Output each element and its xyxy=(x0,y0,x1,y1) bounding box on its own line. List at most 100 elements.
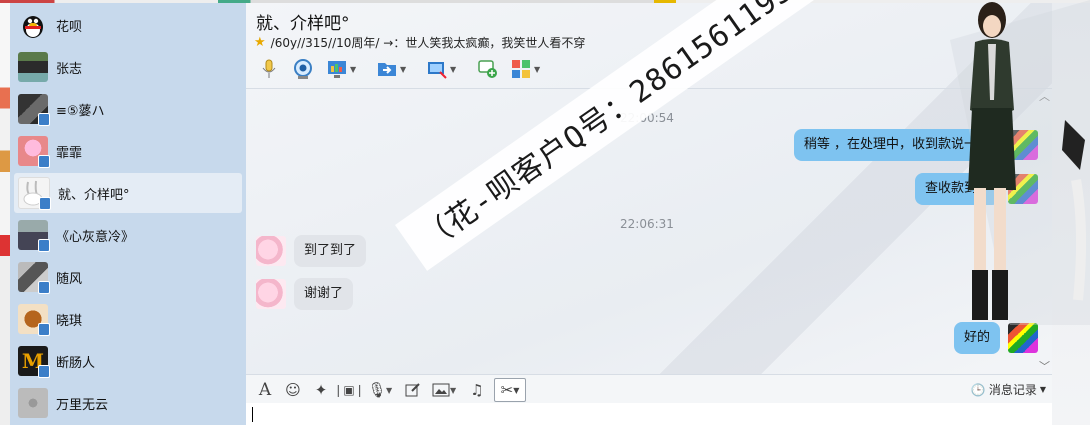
smiley-icon: ☺ xyxy=(285,381,301,399)
mobile-status-icon xyxy=(38,155,50,168)
message-outgoing: 稍等 ，在处理中，收到款说一下 xyxy=(793,129,1038,161)
message-list: 22:00:54 稍等 ，在处理中，收到款说一下 查收款到了 22:06:31 … xyxy=(246,89,1052,374)
chat-toolbar: ▼ ▼ ▼ ▼ xyxy=(254,55,552,83)
remote-screen-icon xyxy=(428,62,447,79)
user-avatar[interactable] xyxy=(1008,130,1038,160)
chevron-down-icon[interactable]: ▼ xyxy=(450,386,460,395)
chevron-down-icon: ▼ xyxy=(1039,385,1046,394)
send-image-button[interactable] xyxy=(430,379,452,401)
pencil-icon xyxy=(405,383,420,397)
invite-to-chat-button[interactable] xyxy=(472,55,502,83)
emoji-button[interactable]: ☺ xyxy=(282,379,304,401)
music-button[interactable]: ♫ xyxy=(466,379,488,401)
contact-avatar[interactable] xyxy=(256,236,286,266)
desktop-left-edge xyxy=(0,3,10,425)
shake-button[interactable]: ❘▣❘ xyxy=(333,379,364,401)
chevron-down-icon: ▼ xyxy=(513,385,520,395)
scroll-up-icon[interactable]: ︿ xyxy=(1039,88,1050,104)
shake-icon: ❘▣❘ xyxy=(333,383,365,397)
contact-name: 万里无云 xyxy=(56,397,109,413)
message-bubble[interactable]: 查收款到了 xyxy=(914,173,1000,205)
message-history-button[interactable]: 🕒 消息记录 ▼ xyxy=(971,381,1046,398)
chevron-down-icon[interactable]: ▼ xyxy=(400,65,410,74)
microphone-icon xyxy=(262,59,276,78)
screen-share-button[interactable] xyxy=(322,55,352,83)
chat-add-icon xyxy=(478,60,497,78)
skin-background xyxy=(1052,3,1090,425)
magic-wand-icon: ✦ xyxy=(314,381,328,399)
contact-item[interactable]: ≡⑤蔢ハ xyxy=(14,89,242,129)
webcam-icon xyxy=(294,59,312,79)
remote-desktop-button[interactable] xyxy=(422,55,452,83)
contact-avatar xyxy=(18,262,50,294)
folder-arrow-icon xyxy=(378,63,396,76)
user-avatar[interactable] xyxy=(1008,323,1038,353)
user-avatar[interactable] xyxy=(1008,174,1038,204)
contact-name: 花呗 xyxy=(56,19,83,35)
contact-item[interactable]: 花呗 xyxy=(14,5,242,45)
voice-call-button[interactable] xyxy=(254,55,284,83)
music-note-icon: ♫ xyxy=(470,381,484,399)
signature-text: /60y//315//10周年/ →：世人笑我太疯癫，我笑世人看不穿 xyxy=(270,36,586,50)
contact-item[interactable]: 晓琪 xyxy=(14,299,242,339)
contact-item[interactable]: M 断肠人 xyxy=(14,341,242,381)
contact-name: 就、介样吧° xyxy=(58,187,130,203)
rabbit-avatar xyxy=(18,177,51,210)
chevron-down-icon[interactable]: ▼ xyxy=(386,386,396,395)
message-input[interactable] xyxy=(246,403,1052,425)
contact-name: 断肠人 xyxy=(56,355,96,371)
signature-line: ★ /60y//315//10周年/ →：世人笑我太疯癫，我笑世人看不穿 xyxy=(254,34,585,51)
contact-item[interactable]: 万里无云 xyxy=(14,383,242,423)
contact-avatar[interactable] xyxy=(256,279,286,309)
chevron-down-icon[interactable]: ▼ xyxy=(534,65,544,74)
font-button[interactable]: A xyxy=(254,379,276,401)
monitor-chart-icon xyxy=(328,61,346,78)
message-incoming: 到了到了 xyxy=(256,235,367,267)
contact-avatar xyxy=(18,94,50,126)
send-file-button[interactable] xyxy=(372,55,402,83)
screenshot-button[interactable]: ✂ ▼ xyxy=(494,378,526,402)
message-outgoing: 查收款到了 xyxy=(914,173,1038,205)
chevron-down-icon[interactable]: ▼ xyxy=(350,65,360,74)
message-bubble[interactable]: 到了到了 xyxy=(294,235,367,267)
voice-message-button[interactable]: 🎙 xyxy=(366,379,388,401)
clock-icon: 🕒 xyxy=(970,382,986,397)
mobile-status-icon xyxy=(39,197,51,210)
image-icon xyxy=(432,383,450,397)
mobile-status-icon xyxy=(38,281,50,294)
scissors-icon: ✂ xyxy=(500,381,514,399)
contact-avatar xyxy=(18,52,48,82)
message-bubble[interactable]: 好的 xyxy=(953,322,1000,354)
timestamp: 22:06:31 xyxy=(620,217,674,231)
contact-item-selected[interactable]: 就、介样吧° xyxy=(14,173,242,213)
video-call-button[interactable] xyxy=(288,55,318,83)
contact-name: 《心灰意冷》 xyxy=(56,229,135,245)
mobile-status-icon xyxy=(38,323,50,336)
apps-button[interactable] xyxy=(506,55,536,83)
chevron-down-icon[interactable]: ▼ xyxy=(450,65,460,74)
message-outgoing: 好的 xyxy=(953,322,1038,354)
text-caret xyxy=(252,407,253,422)
contact-avatar xyxy=(18,136,50,168)
contact-item[interactable]: 随风 xyxy=(14,257,242,297)
edit-button[interactable] xyxy=(402,379,424,401)
magic-button[interactable]: ✦ xyxy=(310,379,332,401)
microphone-icon: 🎙 xyxy=(367,381,387,399)
contact-item[interactable]: 张志 xyxy=(14,47,242,87)
scroll-down-icon[interactable]: ﹀ xyxy=(1039,358,1050,374)
contact-name: 张志 xyxy=(56,61,83,77)
contact-item[interactable]: 《心灰意冷》 xyxy=(14,215,242,255)
star-icon: ★ xyxy=(254,35,266,50)
contact-name: ≡⑤蔢ハ xyxy=(56,103,105,119)
chat-title: 就、介样吧° xyxy=(256,14,350,34)
qq-penguin-icon xyxy=(18,10,48,40)
contact-name: 霏霏 xyxy=(56,145,83,161)
contact-avatar xyxy=(18,220,50,252)
contact-avatar xyxy=(18,388,48,418)
input-toolbar: A ☺ ✦ ❘▣❘ 🎙 ▼ ▼ ♫ ✂ ▼ 🕒 消息记录 ▼ xyxy=(246,374,1052,404)
message-bubble[interactable]: 谢谢了 xyxy=(294,278,354,310)
message-bubble[interactable]: 稍等 ，在处理中，收到款说一下 xyxy=(793,129,1000,161)
font-icon: A xyxy=(258,380,272,400)
contact-item[interactable]: 霏霏 xyxy=(14,131,242,171)
mobile-status-icon xyxy=(38,365,50,378)
